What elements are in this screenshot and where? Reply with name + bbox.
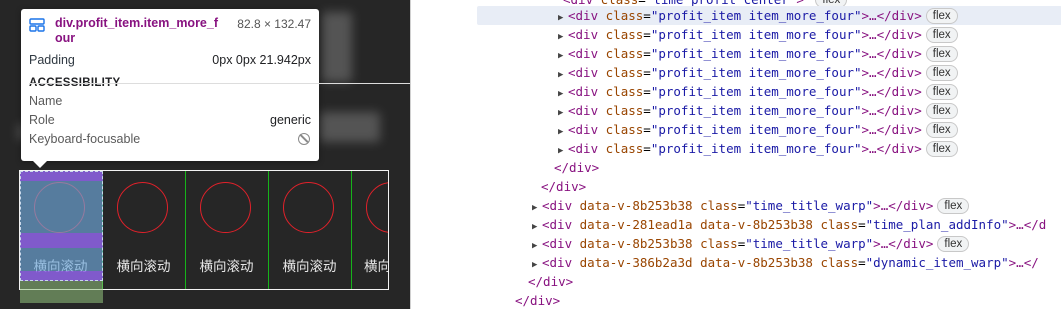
flex-badge[interactable]: flex [925, 141, 958, 157]
profit-item[interactable]: 横向 [352, 171, 389, 289]
item-label: 横向滚动 [199, 259, 254, 275]
dom-close-tag[interactable]: </div> [411, 272, 1061, 291]
flex-badge[interactable]: flex [925, 46, 958, 62]
circle-icon [117, 182, 168, 233]
item-label: 横向滚动 [116, 259, 171, 275]
circle-icon [200, 182, 251, 233]
flex-badge[interactable]: flex [925, 8, 958, 24]
dom-close-tag[interactable]: </div> [411, 177, 1061, 196]
name-label: Name [29, 94, 63, 108]
dom-node[interactable]: ▶ <div data-v-281ead1a data-v-8b253b38 cl… [411, 215, 1061, 234]
elements-panel[interactable]: <div class="time_profit_center"> flex ▶<… [410, 0, 1061, 309]
dom-node[interactable]: ▶ <div class="profit_item item_more_four"… [411, 63, 1061, 82]
profit-item[interactable]: 横向滚动 [186, 171, 267, 289]
dom-node[interactable]: ▶ <div class="profit_item item_more_four"… [411, 120, 1061, 139]
flex-badge[interactable]: flex [925, 122, 958, 138]
dom-node[interactable]: ▶ <div data-v-8b253b38 class="time_title_… [411, 234, 1061, 253]
tooltip-size: 82.8 × 132.47 [237, 17, 311, 31]
profit-item[interactable]: 横向滚动 [269, 171, 350, 289]
horizontal-scroll-strip[interactable]: 横向滚动 横向滚动 横向滚动 横向滚动 横向 [19, 170, 389, 290]
flex-badge[interactable]: flex [937, 198, 970, 214]
dom-close-tag[interactable]: </div> [411, 291, 1061, 309]
flex-badge[interactable]: flex [925, 103, 958, 119]
dom-close-tag[interactable]: </div> [411, 158, 1061, 177]
dom-node-selected[interactable]: ▶ <div class="profit_item item_more_four"… [477, 6, 1061, 25]
tooltip-selector: div.profit_item.item_more_four [55, 16, 219, 45]
item-label: 横向 [364, 259, 389, 275]
dom-node[interactable]: ▶ <div class="profit_item item_more_four"… [411, 82, 1061, 101]
profit-item[interactable]: 横向滚动 [20, 171, 101, 289]
circle-icon [366, 182, 388, 233]
role-value: generic [270, 113, 311, 127]
dom-node[interactable]: ▶ <div data-v-386b2a3d data-v-8b253b38 cl… [411, 253, 1061, 272]
role-label: Role [29, 113, 55, 127]
blurred-content [322, 12, 352, 82]
circle-icon [34, 182, 85, 233]
page-preview: 横向滚动 横向滚动 横向滚动 横向滚动 横向 div.profit_item.i… [0, 0, 410, 309]
item-label: 横向滚动 [282, 259, 337, 275]
item-label: 横向滚动 [33, 259, 88, 275]
dom-node[interactable]: ▶ <div class="profit_item item_more_four"… [411, 25, 1061, 44]
dom-node[interactable]: ▶ <div data-v-8b253b38 class="time_title_… [411, 196, 1061, 215]
section-divider [29, 82, 410, 84]
padding-label: Padding [29, 53, 75, 67]
not-allowed-icon [298, 133, 310, 145]
element-icon [29, 18, 45, 32]
keyboard-focusable-label: Keyboard-focusable [29, 132, 141, 146]
flex-badge[interactable]: flex [925, 27, 958, 43]
dom-node[interactable]: ▶ <div class="profit_item item_more_four"… [411, 44, 1061, 63]
inspect-tooltip: div.profit_item.item_more_four 82.8 × 13… [21, 9, 410, 168]
flex-badge[interactable]: flex [937, 236, 970, 252]
flex-badge[interactable]: flex [925, 84, 958, 100]
blurred-content [320, 112, 380, 142]
padding-value: 0px 0px 21.942px [212, 53, 311, 67]
flex-badge[interactable]: flex [925, 65, 958, 81]
tooltip-arrow [33, 161, 47, 168]
dom-node[interactable]: ▶ <div class="profit_item item_more_four"… [411, 101, 1061, 120]
dom-node[interactable]: ▶ <div class="profit_item item_more_four"… [411, 139, 1061, 158]
profit-item[interactable]: 横向滚动 [103, 171, 184, 289]
circle-icon [283, 182, 334, 233]
